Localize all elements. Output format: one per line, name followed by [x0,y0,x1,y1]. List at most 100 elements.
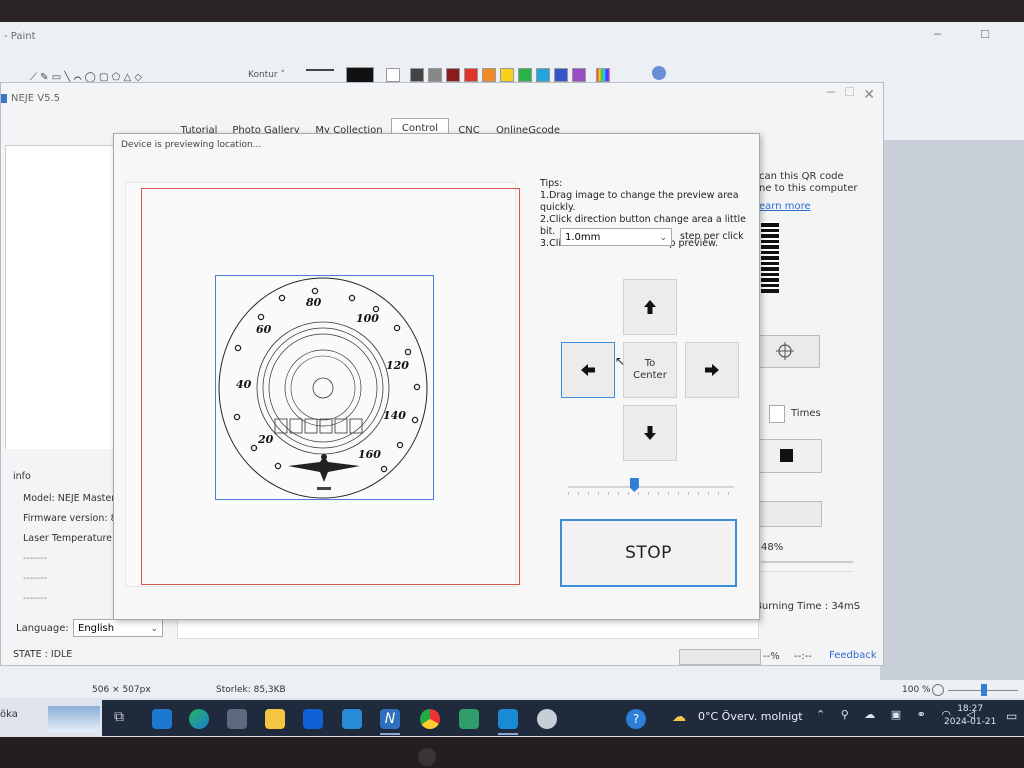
swatch-blue[interactable] [554,68,568,82]
taskbar: ⧉ N ? ☁ 0°C Överv. molnigt ⌃ ⚲ ☁ ▣ ⚭ ◠ ◁… [102,700,1024,736]
file-size: Storlek: 85,3KB [216,685,286,695]
paint-window-buttons[interactable]: ─ ☐ [934,28,1008,41]
times-spinner[interactable] [769,405,785,423]
language-value: English [78,623,115,634]
preview-area[interactable]: 20 40 60 80 100 120 140 160 [125,182,520,587]
swatch-green[interactable] [518,68,532,82]
chrome-icon[interactable] [420,709,440,729]
help-icon[interactable]: ? [626,709,646,729]
swatch-cyan[interactable] [536,68,550,82]
dial-label-60: 60 [256,323,272,336]
move-left-button[interactable] [561,342,615,398]
neje-logo-icon [1,94,7,103]
store-icon[interactable] [227,709,247,729]
zoom-level: 100 % [902,685,931,695]
divider [761,571,853,572]
move-down-button[interactable] [623,405,677,461]
screen: - Paint ─ ☐ ⟋ ✎ ▭ ╲ ⌒ ◯ ▢ ⬠ △ ◇ Kontur ˅… [0,22,1024,737]
arrow-up-icon [644,300,656,314]
speedometer-dial-image: 20 40 60 80 100 120 140 160 [218,277,428,499]
search-box-text[interactable]: öka [0,709,18,720]
swatch-dark-red[interactable] [446,68,460,82]
notification-icon[interactable]: ▭ [1006,709,1017,723]
slider-thumb[interactable] [629,478,639,492]
message-bar [177,619,759,639]
swatch-orange[interactable] [482,68,496,82]
move-right-button[interactable] [685,342,739,398]
edit-colors-icon[interactable] [596,68,610,82]
laser-power-slider[interactable] [568,486,734,488]
stop-square-icon [780,449,793,462]
paint-icon[interactable] [498,709,518,729]
swatch-dark-gray[interactable] [410,68,424,82]
maximize-icon[interactable]: ☐ [844,85,855,99]
dropbox-icon[interactable] [303,709,323,729]
zoom-slider-thumb[interactable] [981,684,987,696]
stop-button[interactable]: STOP [560,519,737,587]
feedback-link[interactable]: Feedback [829,650,877,661]
dial-label-140: 140 [383,409,406,422]
crosshair-icon [776,342,794,360]
locate-button[interactable] [758,335,820,368]
language-select[interactable]: English ⌄ [73,619,163,637]
monitor-bezel-bottom [0,737,1024,768]
dial-label-120: 120 [386,359,409,372]
status-field [758,501,822,527]
swatch-gray[interactable] [428,68,442,82]
dial-label-40: 40 [236,378,252,391]
clock[interactable]: 18:27 2024-01-21 [944,703,996,729]
color1-swatch[interactable] [346,67,374,83]
clock-time: 18:27 [957,704,984,714]
weather-icon[interactable]: ☁ [672,709,692,729]
info-dash-1: ------- [23,553,47,564]
active-indicator [498,733,518,735]
stop-engrave-button[interactable] [758,439,822,473]
active-indicator [380,733,400,735]
move-up-button[interactable] [623,279,677,335]
publisher-icon[interactable] [459,709,479,729]
qr-text-line2: ne to this computer [759,183,858,194]
weather-text[interactable]: 0°C Överv. molnigt [698,710,803,723]
info-heading: info [13,471,31,482]
dial-label-100: 100 [356,312,379,325]
to-center-button[interactable]: To Center [623,342,677,398]
slider-ticks [568,492,734,495]
neje-title: NEJE V5.5 [11,93,60,104]
learn-more-link[interactable]: earn more [759,201,811,212]
file-list[interactable] [5,145,115,477]
clock-date: 2024-01-21 [944,717,997,727]
to-center-line1: To [644,358,656,369]
firmware-text: Firmware version: 8.0 [23,513,126,524]
app-icon[interactable] [342,709,362,729]
app-icon-2[interactable] [537,709,557,729]
chevron-down-icon: ⌄ [150,624,158,634]
zoom-out-icon[interactable] [932,684,944,696]
neje-app-icon[interactable]: N [380,709,400,729]
edge-icon[interactable] [189,709,209,729]
color2-swatch[interactable] [386,68,400,82]
copilot-icon[interactable] [652,66,666,80]
info-dash-3: ------- [23,593,47,604]
kontur-dropdown[interactable]: Kontur ˅ [248,70,285,80]
info-dash-2: ------- [23,573,47,584]
mouse-cursor-icon: ↖ [615,354,626,368]
state-text: STATE : IDLE [13,649,73,660]
info-panel: info Model: NEJE Master 2S Firmware vers… [5,449,132,604]
progress-percent: --% [763,651,780,662]
arrow-left-icon [581,364,595,376]
image-bounds[interactable]: 20 40 60 80 100 120 140 160 [215,275,434,500]
close-icon[interactable]: ✕ [863,87,875,103]
task-view-icon[interactable]: ⧉ [114,709,134,729]
file-explorer-icon[interactable] [265,709,285,729]
dial-label-20: 20 [257,433,274,446]
swatch-red[interactable] [464,68,478,82]
swatch-purple[interactable] [572,68,586,82]
minimize-icon[interactable]: ─ [827,85,835,101]
swatch-yellow[interactable] [500,68,514,82]
paint-title: - Paint [4,31,36,42]
power-slider-track[interactable] [761,561,853,563]
dial-label-160: 160 [358,448,381,461]
step-select[interactable]: 1.0mm ⌄ [560,228,672,246]
chevron-down-icon: ⌄ [659,233,667,243]
mail-icon[interactable] [152,709,172,729]
